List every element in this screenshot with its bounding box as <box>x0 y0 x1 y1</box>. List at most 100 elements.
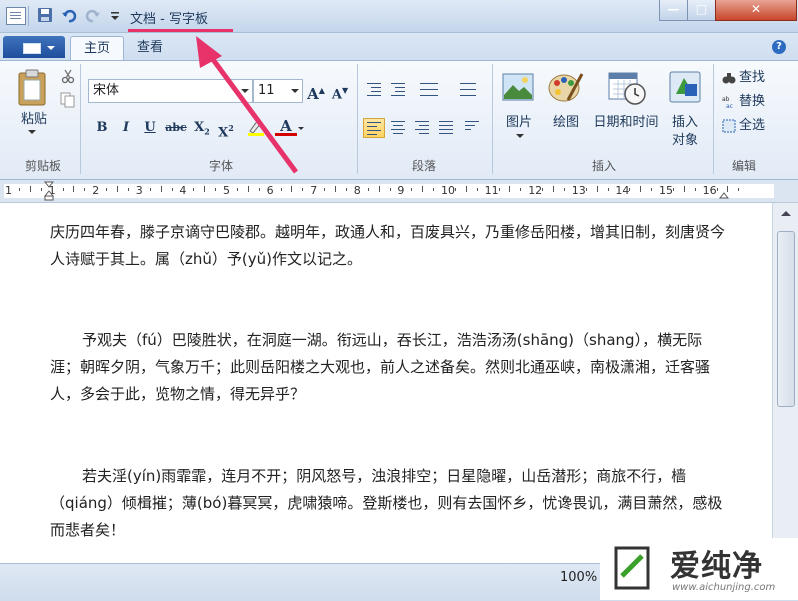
ruler-tick <box>683 186 685 192</box>
vertical-scrollbar[interactable] <box>772 203 798 563</box>
align-right-icon[interactable] <box>412 118 432 136</box>
ruler-tick <box>258 188 260 191</box>
copy-icon[interactable] <box>60 92 76 111</box>
grow-font-button[interactable]: A▲ <box>305 79 327 103</box>
paragraph-1[interactable]: 庆历四年春，滕子京谪守巴陵郡。越明年，政通人和，百废具兴，乃重修岳阳楼，增其旧制… <box>50 219 726 273</box>
save-icon[interactable] <box>36 7 54 25</box>
scroll-thumb[interactable] <box>777 231 795 407</box>
insert-object-label-2[interactable]: 对象 <box>664 129 706 148</box>
insert-object-icon[interactable] <box>668 70 702 107</box>
ruler-tick <box>563 188 565 191</box>
wordpad-app-icon[interactable] <box>6 7 26 25</box>
paste-label[interactable]: 粘贴 <box>17 108 51 127</box>
bold-button[interactable]: B <box>92 117 112 139</box>
cut-icon[interactable] <box>60 68 76 87</box>
paragraph-2[interactable]: 予观夫（fú）巴陵胜状，在洞庭一湖。衔远山，吞长江，浩浩汤汤(shāng)（sh… <box>50 327 726 408</box>
underline-button[interactable]: U <box>140 117 160 139</box>
ruler-tick <box>193 188 195 191</box>
chevron-down-icon[interactable] <box>298 127 304 130</box>
ruler-tick <box>498 188 500 191</box>
ruler-number: 14 <box>615 184 630 197</box>
title-highlight-underline <box>128 29 233 32</box>
ruler-tick <box>553 186 554 192</box>
chevron-down-icon <box>241 89 249 93</box>
font-color-glyph: A <box>280 117 292 135</box>
insert-group-label: 插入 <box>591 159 616 173</box>
ruler-number: 13 <box>571 184 586 197</box>
help-icon[interactable]: ? <box>772 40 786 54</box>
redo-icon[interactable] <box>84 7 102 25</box>
shrink-font-button[interactable]: A▼ <box>329 79 351 103</box>
ruler-tick <box>149 188 151 191</box>
picture-dropdown-icon[interactable] <box>516 134 524 138</box>
ruler-number: 9 <box>397 184 405 197</box>
paste-icon[interactable] <box>16 68 50 111</box>
ruler-number: 2 <box>92 184 100 197</box>
justify-icon[interactable] <box>436 118 456 136</box>
paste-dropdown-icon[interactable] <box>28 130 36 134</box>
maximize-button[interactable]: □ <box>687 0 716 21</box>
ruler-tick <box>367 188 369 191</box>
font-color-button[interactable]: A <box>275 115 297 137</box>
minimize-glyph: — <box>667 2 680 16</box>
picture-icon[interactable] <box>502 73 534 104</box>
group-separator <box>80 64 81 174</box>
scroll-up-icon[interactable] <box>781 211 791 216</box>
find-button[interactable]: 查找 <box>722 68 765 88</box>
font-family-combo[interactable]: 宋体 <box>88 79 253 103</box>
maximize-glyph: □ <box>695 2 708 16</box>
ruler-tick <box>18 188 20 191</box>
bullets-icon[interactable] <box>414 80 446 98</box>
select-all-button[interactable]: 全选 <box>722 116 765 136</box>
shrink-font-glyph: A <box>331 87 342 103</box>
editing-group-label: 编辑 <box>731 159 756 173</box>
ruler-tick <box>694 188 696 191</box>
paragraph-3[interactable]: 若夫淫(yín)雨霏霏，连月不开；阴风怒号，浊浪排空；日星隐曜，山岳潜形；商旅不… <box>50 463 726 544</box>
decrease-indent-icon[interactable] <box>364 80 384 98</box>
close-button[interactable]: ✕ <box>715 0 797 21</box>
ruler-tick <box>607 188 609 191</box>
ruler-tick <box>520 188 522 191</box>
line-spacing-icon[interactable] <box>450 80 482 98</box>
align-center-icon[interactable] <box>388 118 408 136</box>
ruler-tick <box>291 186 293 192</box>
ruler-tick <box>106 188 108 191</box>
ruler-tick <box>596 186 598 192</box>
replace-button[interactable]: ab ac 替换 <box>722 92 765 112</box>
group-separator <box>492 64 493 174</box>
tab-home[interactable]: 主页 <box>70 36 124 61</box>
clipboard-group-label: 剪贴板 <box>24 159 61 173</box>
ruler-number: 1 <box>5 184 12 197</box>
minimize-button[interactable]: — <box>659 0 688 21</box>
undo-icon[interactable] <box>60 7 78 25</box>
subscript-button[interactable]: X2 <box>191 117 213 139</box>
ruler-number: 15 <box>659 184 673 197</box>
left-indent-marker-icon[interactable] <box>43 181 55 204</box>
italic-button[interactable]: I <box>116 117 136 139</box>
highlight-button[interactable] <box>243 117 269 139</box>
date-time-label[interactable]: 日期和时间 <box>590 111 662 130</box>
chevron-down-icon <box>291 89 299 93</box>
ruler-number: 5 <box>223 184 230 197</box>
watermark: 爱纯净 www.aichunjing.com <box>600 538 798 600</box>
superscript-button[interactable]: X2 <box>215 117 237 140</box>
application-menu-button[interactable] <box>3 36 65 58</box>
increase-indent-icon[interactable] <box>388 80 408 98</box>
ruler-tick <box>542 188 544 191</box>
align-left-icon[interactable] <box>363 118 385 138</box>
insert-object-label-1[interactable]: 插入 <box>664 111 706 130</box>
select-all-label: 全选 <box>739 118 766 133</box>
strikethrough-button[interactable]: abc <box>163 117 189 139</box>
find-label: 查找 <box>739 70 766 85</box>
ruler-tick <box>585 188 587 191</box>
picture-label[interactable]: 图片 <box>500 111 538 130</box>
paint-drawing-icon[interactable] <box>548 70 584 107</box>
ruler-tick <box>476 188 478 191</box>
customize-dropdown-icon[interactable] <box>106 7 124 25</box>
font-size-combo[interactable]: 11 <box>253 79 303 103</box>
tab-view[interactable]: 查看 <box>126 36 174 60</box>
paragraph-settings-icon[interactable] <box>462 118 482 136</box>
paint-label[interactable]: 绘图 <box>548 111 584 130</box>
date-time-icon[interactable] <box>608 70 646 109</box>
ruler-tick <box>422 186 424 192</box>
